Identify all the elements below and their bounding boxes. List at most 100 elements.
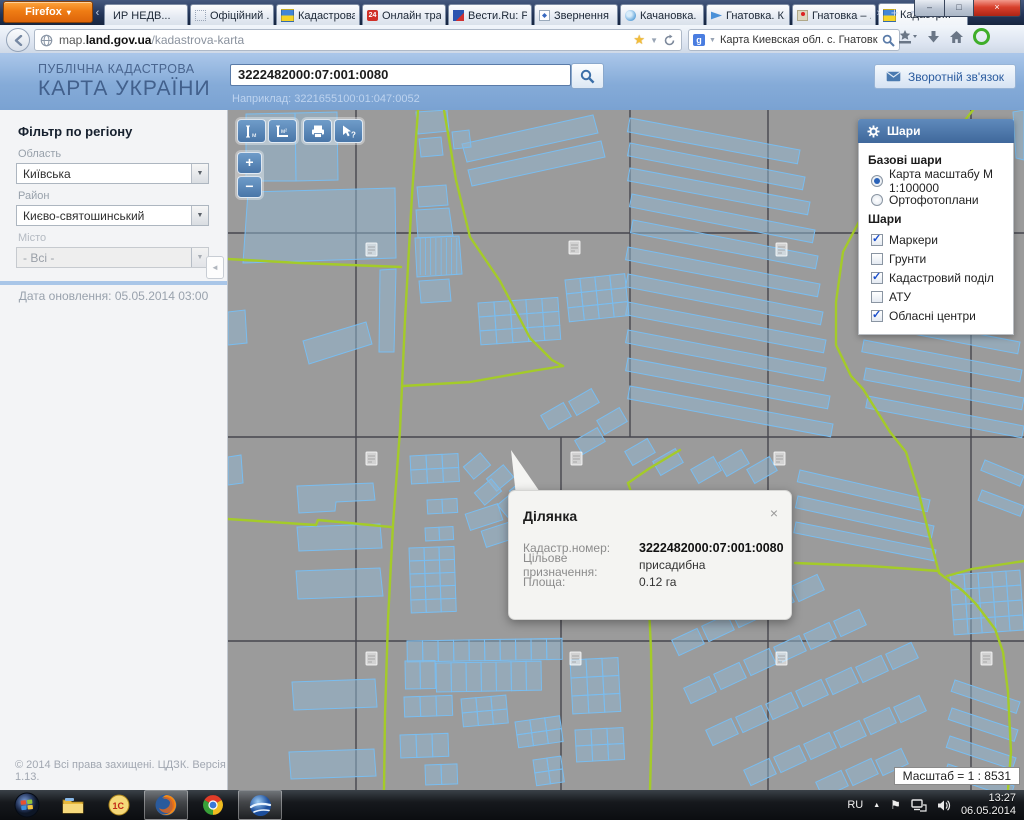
tab-label: Офіційний ... bbox=[210, 10, 269, 22]
checkbox[interactable] bbox=[871, 253, 883, 265]
browser-tab[interactable]: Гнатовка. К... bbox=[706, 4, 790, 26]
feedback-button[interactable]: Зворотній зв'язок bbox=[874, 64, 1016, 89]
layer-row[interactable]: Обласні центри bbox=[871, 306, 1004, 325]
firefox-menu-label: Firefox bbox=[25, 6, 62, 18]
site-search-button[interactable] bbox=[571, 63, 604, 89]
network-icon[interactable] bbox=[911, 799, 927, 812]
layer-row[interactable]: Грунти bbox=[871, 249, 1004, 268]
browser-tab[interactable]: Вести.Ru: P... bbox=[448, 4, 532, 26]
taskbar-clock[interactable]: 13:27 06.05.2014 bbox=[961, 792, 1016, 818]
feedback-label: Зворотній зв'язок bbox=[908, 70, 1004, 84]
checkbox[interactable] bbox=[871, 272, 883, 284]
checkbox[interactable] bbox=[871, 234, 883, 246]
system-tray: RU ▲ ⚑ 13:27 06.05.2014 bbox=[847, 792, 1024, 818]
url-dropdown-icon[interactable]: ▼ bbox=[650, 36, 658, 45]
browser-tab[interactable]: ИР НЕДВ... bbox=[104, 4, 188, 26]
emblem-favicon bbox=[539, 10, 550, 21]
addon-icon[interactable] bbox=[973, 28, 990, 45]
zoom-in-button[interactable]: + bbox=[237, 152, 262, 174]
start-button[interactable] bbox=[6, 791, 48, 819]
checkbox[interactable] bbox=[871, 291, 883, 303]
measure-length-button[interactable]: м bbox=[237, 119, 266, 143]
cadastral-number-input[interactable]: 3222482000:07:001:0080 bbox=[230, 64, 571, 86]
windows-start-icon bbox=[14, 792, 40, 818]
popup-row-label: Площа: bbox=[523, 575, 639, 589]
sidebar-collapse-button[interactable]: ◄ bbox=[206, 256, 224, 279]
new-tab-button[interactable]: + bbox=[888, 4, 901, 22]
search-engine-dropdown-icon[interactable]: ▼ bbox=[709, 37, 716, 44]
browser-tab[interactable]: Кадастрова... bbox=[276, 4, 360, 26]
close-icon[interactable]: × bbox=[770, 505, 778, 521]
map-canvas[interactable]: м м² ? + − bbox=[228, 110, 1024, 790]
taskbar-firefox-button[interactable] bbox=[144, 790, 188, 820]
layer-label: Карта масштабу М 1:100000 bbox=[889, 167, 1004, 195]
zoom-out-button[interactable]: − bbox=[237, 176, 262, 198]
bookmarks-panel-icon[interactable] bbox=[898, 29, 918, 45]
identify-button[interactable]: ? bbox=[334, 119, 363, 143]
popup-rows: Кадастр.номер:3222482000:07:001:0080Ціль… bbox=[523, 539, 781, 590]
site-logo-line2[interactable]: КАРТА УКРАЇНИ bbox=[38, 77, 211, 101]
measure-area-button[interactable]: м² bbox=[268, 119, 297, 143]
tab-scroll-right-button[interactable]: › bbox=[872, 4, 885, 22]
taskbar-google-earth-button[interactable] bbox=[238, 790, 282, 820]
layers-panel-header[interactable]: Шари bbox=[858, 119, 1014, 143]
hidden-icons-arrow[interactable]: ▲ bbox=[873, 802, 880, 809]
base-row[interactable]: Карта масштабу М 1:100000 bbox=[871, 171, 1004, 190]
tab-scroll-left-button[interactable]: ‹ bbox=[91, 4, 104, 22]
scale-indicator: Масштаб = 1 : 8531 bbox=[894, 767, 1020, 785]
print-button[interactable] bbox=[303, 119, 332, 143]
copyright-text: © 2014 Всі права захищені. ЦДЗК. Версія … bbox=[15, 759, 227, 783]
downloads-icon[interactable] bbox=[927, 30, 940, 44]
taskbar-chrome-button[interactable] bbox=[192, 791, 234, 819]
tab-label: Звернення ... bbox=[554, 10, 613, 22]
action-center-flag-icon[interactable]: ⚑ bbox=[890, 798, 901, 812]
google-earth-icon bbox=[249, 794, 272, 817]
radio-button[interactable] bbox=[871, 194, 883, 206]
popup-row: Площа:0.12 га bbox=[523, 573, 781, 590]
reload-icon[interactable] bbox=[663, 34, 676, 47]
back-button[interactable] bbox=[6, 28, 30, 52]
layer-row[interactable]: Кадастровий поділ bbox=[871, 268, 1004, 287]
layer-row[interactable]: Маркери bbox=[871, 230, 1004, 249]
blue-arrow-favicon bbox=[711, 10, 722, 21]
window-titlebar: Firefox ▾ ‹ ИР НЕДВ... Офіційний ... Кадас… bbox=[0, 0, 1024, 25]
volume-icon[interactable] bbox=[937, 799, 951, 812]
browser-tab[interactable]: 24Онлайн тра... bbox=[362, 4, 446, 26]
chrome-icon bbox=[202, 794, 224, 816]
search-bar[interactable]: g ▼ Карта Киевская обл. с. Гнатовка bbox=[688, 29, 900, 51]
search-engine-icon[interactable]: g bbox=[693, 34, 705, 46]
window-restore-button[interactable]: □ bbox=[945, 0, 974, 17]
window-close-button[interactable]: × bbox=[974, 0, 1021, 17]
cursor-help-icon: ? bbox=[340, 124, 357, 139]
chevron-down-icon: ▼ bbox=[191, 206, 208, 225]
tab-bar: ИР НЕДВ... Офіційний ... Кадастрова...24Он… bbox=[104, 2, 968, 25]
search-magnifier-icon[interactable] bbox=[882, 34, 895, 47]
taskbar-1c-button[interactable]: 1С bbox=[98, 791, 140, 819]
popup-row: Цільове призначення:присадибна bbox=[523, 556, 781, 573]
checkbox[interactable] bbox=[871, 310, 883, 322]
layer-label: Грунти bbox=[889, 252, 926, 266]
browser-tab[interactable]: Офіційний ... bbox=[190, 4, 274, 26]
windows-taskbar: 1С RU ▲ ⚑ bbox=[0, 790, 1024, 820]
tab-label: Онлайн тра... bbox=[382, 10, 441, 22]
ua-flag-favicon bbox=[281, 9, 294, 22]
radio-button[interactable] bbox=[871, 175, 883, 187]
browser-tab[interactable]: Звернення ... bbox=[534, 4, 618, 26]
browser-tab[interactable]: Гнатовка – ... bbox=[792, 4, 876, 26]
layer-row[interactable]: АТУ bbox=[871, 287, 1004, 306]
firefox-menu-button[interactable]: Firefox ▾ bbox=[3, 1, 93, 23]
home-icon[interactable] bbox=[949, 30, 964, 44]
window-minimize-button[interactable]: – bbox=[914, 0, 945, 17]
language-indicator[interactable]: RU bbox=[847, 799, 863, 811]
url-bar[interactable]: map.land.gov.ua/kadastrova-karta ★ ▼ bbox=[34, 29, 682, 51]
field-label: Місто bbox=[18, 232, 209, 244]
select-місто: - Всі -▼ bbox=[16, 247, 209, 268]
bookmark-star-icon[interactable]: ★ bbox=[633, 32, 645, 48]
select-value: Києво-святошинський bbox=[23, 209, 191, 223]
layers-panel-title: Шари bbox=[887, 124, 920, 138]
taskbar-explorer-button[interactable] bbox=[52, 791, 94, 819]
svg-text:м²: м² bbox=[281, 129, 287, 135]
select-область[interactable]: Київська▼ bbox=[16, 163, 209, 184]
browser-tab[interactable]: Качановка. ... bbox=[620, 4, 704, 26]
select-район[interactable]: Києво-святошинський▼ bbox=[16, 205, 209, 226]
